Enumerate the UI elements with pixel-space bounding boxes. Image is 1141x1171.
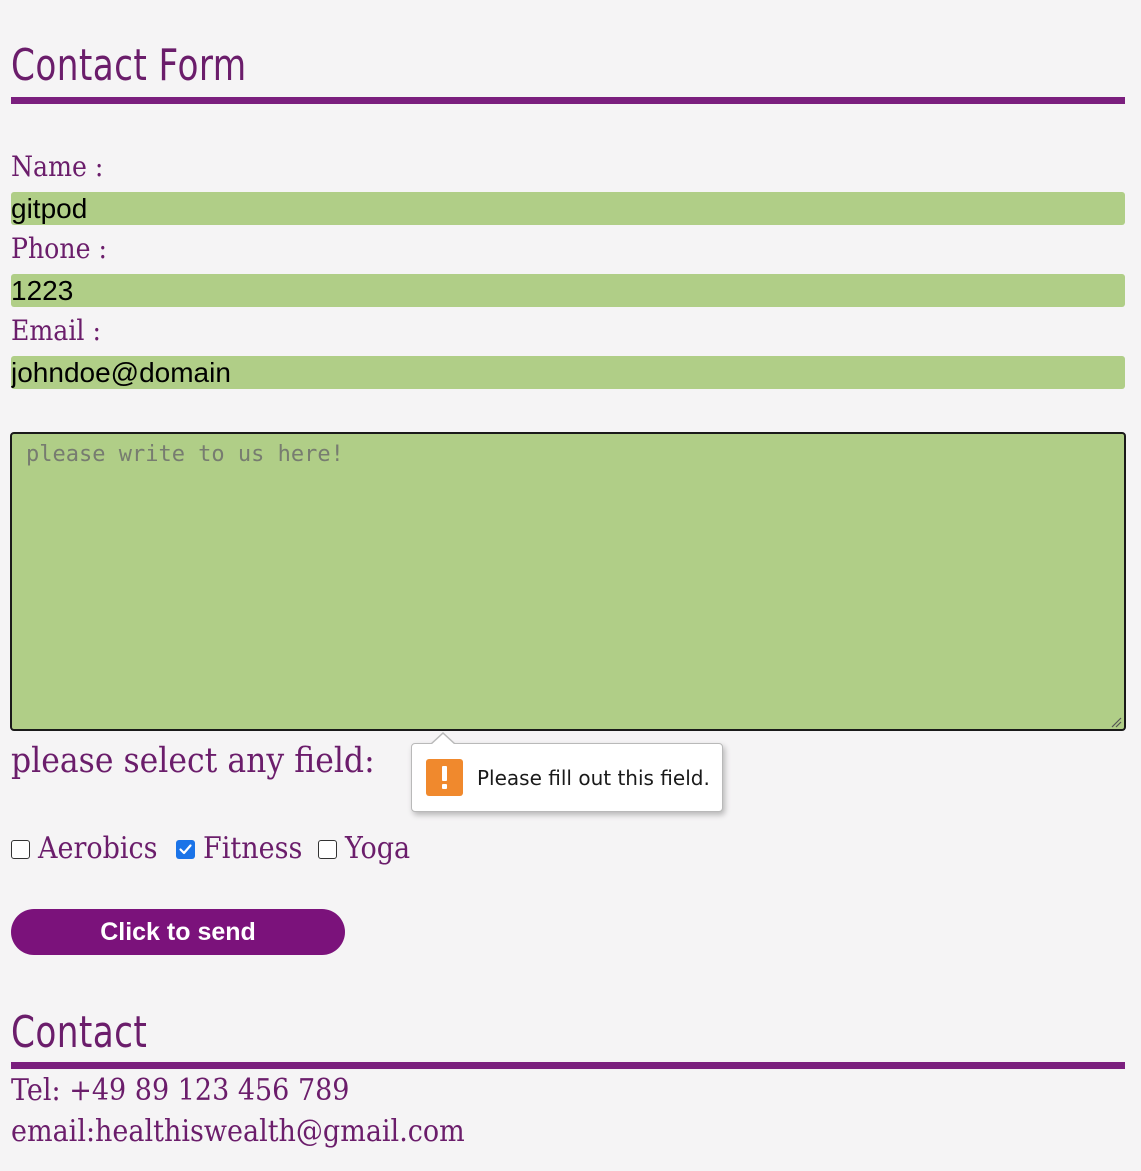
phone-input[interactable]: [11, 274, 1125, 307]
resize-grip-icon[interactable]: [1110, 716, 1122, 728]
validation-tooltip: Please fill out this field.: [411, 732, 723, 812]
aerobics-checkbox[interactable]: [11, 839, 30, 859]
send-button[interactable]: Click to send: [11, 909, 345, 955]
option-yoga[interactable]: Yoga: [318, 834, 417, 864]
option-aerobics[interactable]: Aerobics: [11, 834, 171, 864]
email-input[interactable]: [11, 356, 1125, 389]
option-fitness[interactable]: Fitness: [175, 834, 313, 864]
yoga-checkbox[interactable]: [318, 839, 338, 859]
fitness-label[interactable]: Fitness: [203, 834, 302, 864]
tooltip-message: Please fill out this field.: [477, 766, 710, 790]
phone-label: Phone :: [11, 232, 108, 265]
contact-form-title: Contact Form: [11, 40, 247, 91]
contact-email[interactable]: email:healthiswealth@gmail.com: [11, 1117, 465, 1147]
activity-options: Aerobics Fitness Yoga: [11, 831, 423, 867]
yoga-label[interactable]: Yoga: [345, 834, 410, 864]
contact-divider: [11, 1062, 1125, 1069]
aerobics-label[interactable]: Aerobics: [38, 834, 158, 864]
contact-phone: Tel: +49 89 123 456 789: [11, 1073, 350, 1108]
select-field-label: please select any field:: [11, 741, 375, 781]
warning-icon: [426, 759, 463, 796]
name-label: Name :: [11, 150, 104, 183]
name-input[interactable]: [11, 192, 1125, 225]
checkmark-icon: [179, 843, 192, 854]
message-textarea[interactable]: [10, 432, 1126, 731]
fitness-checkbox[interactable]: [175, 839, 195, 859]
contact-form-divider: [11, 97, 1125, 104]
email-label: Email :: [11, 314, 101, 347]
contact-title: Contact: [11, 1007, 148, 1058]
